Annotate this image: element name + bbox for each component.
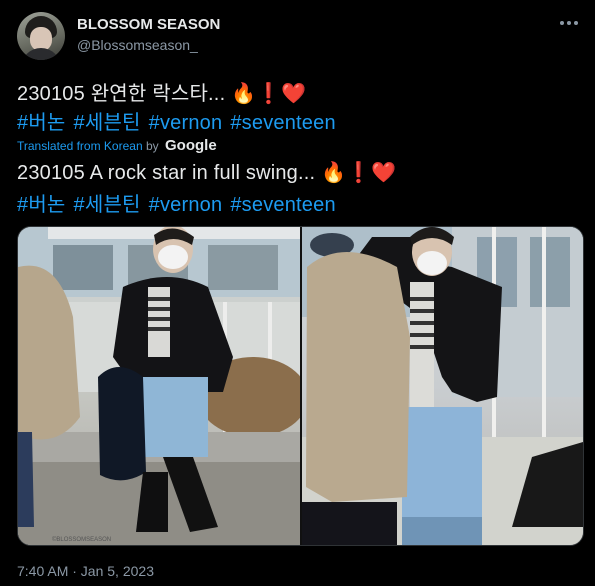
- translated-by-label: by: [145, 139, 159, 153]
- tweet-media-grid: ©BLOSSOMSEASON: [17, 226, 584, 546]
- translated-emoji: 🔥❗❤️: [321, 162, 397, 184]
- hashtag-link[interactable]: #seventeen: [230, 112, 335, 134]
- tweet-header: BLOSSOM SEASON @Blossomseason_: [17, 12, 582, 60]
- translator-logo: Google: [165, 137, 217, 154]
- hashtag-link[interactable]: #버논: [17, 194, 66, 216]
- more-dot: [560, 21, 564, 25]
- photo-right[interactable]: [302, 227, 583, 545]
- photo-left-illustration: ©BLOSSOMSEASON: [18, 227, 300, 545]
- author-name[interactable]: BLOSSOM SEASON: [77, 16, 220, 33]
- translated-hashtags: #버논 #세븐틴 #vernon #seventeen: [17, 188, 344, 217]
- photo-watermark: ©BLOSSOMSEASON: [52, 536, 111, 543]
- hashtag-link[interactable]: #세븐틴: [74, 112, 141, 134]
- translated-from-label[interactable]: Translated from Korean: [17, 139, 143, 153]
- more-horizontal-icon[interactable]: [558, 14, 580, 32]
- original-text: 230105 완연한 락스타...: [17, 83, 226, 105]
- hashtag-link[interactable]: #버논: [17, 112, 66, 134]
- avatar-shoulders: [21, 48, 61, 60]
- more-dot: [574, 21, 578, 25]
- original-hashtags: #버논 #세븐틴 #vernon #seventeen: [17, 106, 344, 135]
- hashtag-link[interactable]: #vernon: [149, 194, 223, 216]
- hashtag-link[interactable]: #seventeen: [230, 194, 335, 216]
- author-handle[interactable]: @Blossomseason_: [77, 37, 198, 53]
- photo-right-illustration: [302, 227, 583, 545]
- avatar[interactable]: [17, 12, 65, 60]
- tweet-translated-text: 230105 A rock star in full swing... 🔥❗❤️: [17, 160, 396, 185]
- hashtag-link[interactable]: #vernon: [149, 112, 223, 134]
- tweet-timestamp[interactable]: 7:40 AM · Jan 5, 2023: [17, 563, 154, 579]
- more-dot: [567, 21, 571, 25]
- hashtag-link[interactable]: #세븐틴: [74, 194, 141, 216]
- translated-text: 230105 A rock star in full swing...: [17, 162, 316, 184]
- tweet-original-text: 230105 완연한 락스타... 🔥❗❤️: [17, 77, 306, 106]
- translation-note: Translated from Korean by Google: [17, 137, 217, 154]
- photo-left[interactable]: ©BLOSSOMSEASON: [18, 227, 300, 545]
- original-emoji: 🔥❗❤️: [231, 83, 307, 105]
